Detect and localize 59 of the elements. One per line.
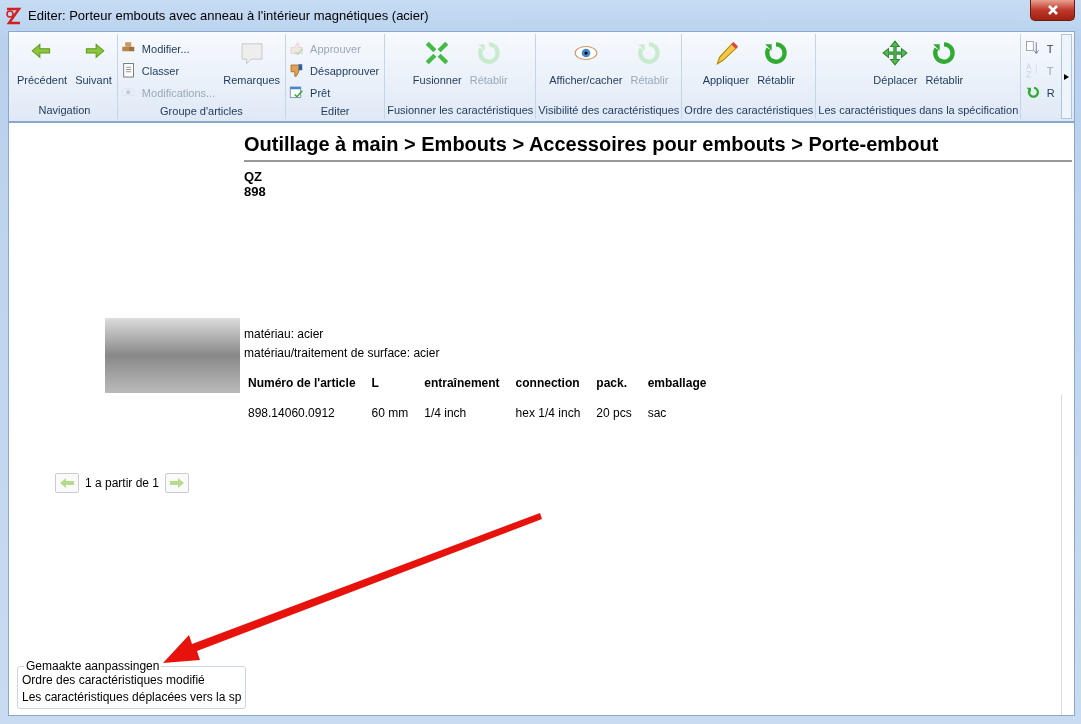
group-label: Visibilité des caractéristiques xyxy=(538,103,680,118)
arrow-right-icon xyxy=(169,477,186,489)
ribbon-button[interactable]: T xyxy=(1024,39,1058,58)
panel-title: Gemaakte aanpassingen xyxy=(25,659,161,673)
ribbon-button[interactable]: Désapprouver xyxy=(288,61,383,80)
ribbon-button[interactable]: Suivant xyxy=(72,34,115,101)
column-header: L xyxy=(370,375,380,392)
speech-bubble-icon xyxy=(238,40,265,66)
table-cell-text: hex 1/4 inch xyxy=(514,405,582,422)
column-header: entraînement xyxy=(423,375,501,392)
change-item: Ordre des caractéristiques modifié xyxy=(22,673,206,687)
undo-icon xyxy=(931,40,958,66)
ribbon-button[interactable]: Rétablir xyxy=(754,34,799,101)
column-header: Numéro de l'article xyxy=(247,375,357,392)
ribbon-button[interactable]: Classer xyxy=(119,61,219,80)
app-logo-icon xyxy=(4,6,22,25)
pager-text: 1 a partir de 1 xyxy=(85,476,160,490)
brand-label: QZ xyxy=(244,169,264,184)
close-button[interactable] xyxy=(1030,0,1075,21)
caret-icon xyxy=(1064,73,1069,80)
ribbon-button[interactable]: Modifier... xyxy=(119,39,219,58)
ribbon-button[interactable]: R xyxy=(1024,83,1058,102)
group-label: Ordre des caractéristiques xyxy=(684,103,814,118)
group-label: Navigation xyxy=(37,103,92,118)
table-cell-text: 20 pcs xyxy=(595,405,633,422)
change-item: Les caractéristiques déplacées vers la sp xyxy=(22,690,242,704)
attribute-text: matériau/traitement de surface: acier xyxy=(244,346,441,360)
ribbon-scroll-button[interactable] xyxy=(1061,34,1072,119)
column-header: connection xyxy=(514,375,581,392)
close-icon xyxy=(1046,5,1059,15)
ribbon-button[interactable]: Afficher/cacher xyxy=(546,34,626,101)
window-title: Editer: Porteur embouts avec anneau à l'intérieur magnétiques (acier) xyxy=(28,8,429,23)
next-page-button[interactable] xyxy=(165,473,190,493)
column-header: pack. xyxy=(595,375,628,392)
article-number: 898 xyxy=(244,184,267,199)
previous-page-button[interactable] xyxy=(55,473,79,493)
move-arrows-icon xyxy=(882,40,909,66)
table-cell-text: 898.14060.0912 xyxy=(247,405,336,422)
table-cell-text: sac xyxy=(646,405,668,422)
group-label: Fusionner les caractéristiques xyxy=(387,103,534,118)
undo-icon xyxy=(636,40,663,66)
ribbon-button[interactable]: Appliquer xyxy=(699,34,753,101)
group-label: Editer xyxy=(319,104,351,119)
table-cell-text: 60 mm xyxy=(370,405,410,422)
group-label: Les caractéristiques dans la spécification xyxy=(818,103,1019,118)
ribbon-button[interactable]: Rétablir xyxy=(922,34,967,101)
ribbon-button[interactable]: Déplacer xyxy=(870,34,921,101)
undo-icon xyxy=(475,40,502,66)
column-header: emballage xyxy=(646,375,708,392)
table-cell-text: 1/4 inch xyxy=(423,405,468,422)
group-label: Groupe d'articles xyxy=(159,104,244,119)
ribbon-button[interactable]: Remarques xyxy=(220,34,284,102)
undo-icon xyxy=(763,40,790,66)
attribute-text: matériau: acier xyxy=(244,327,325,341)
ribbon-button[interactable]: Précédent xyxy=(14,34,71,101)
breadcrumb: Outillage à main > Embouts > Accessoires pour embouts > Porte-embout xyxy=(244,133,1072,162)
arrow-left-icon xyxy=(59,477,75,489)
ribbon-button[interactable]: Prêt xyxy=(288,83,383,102)
ribbon-button[interactable]: Fusionner xyxy=(409,34,465,101)
